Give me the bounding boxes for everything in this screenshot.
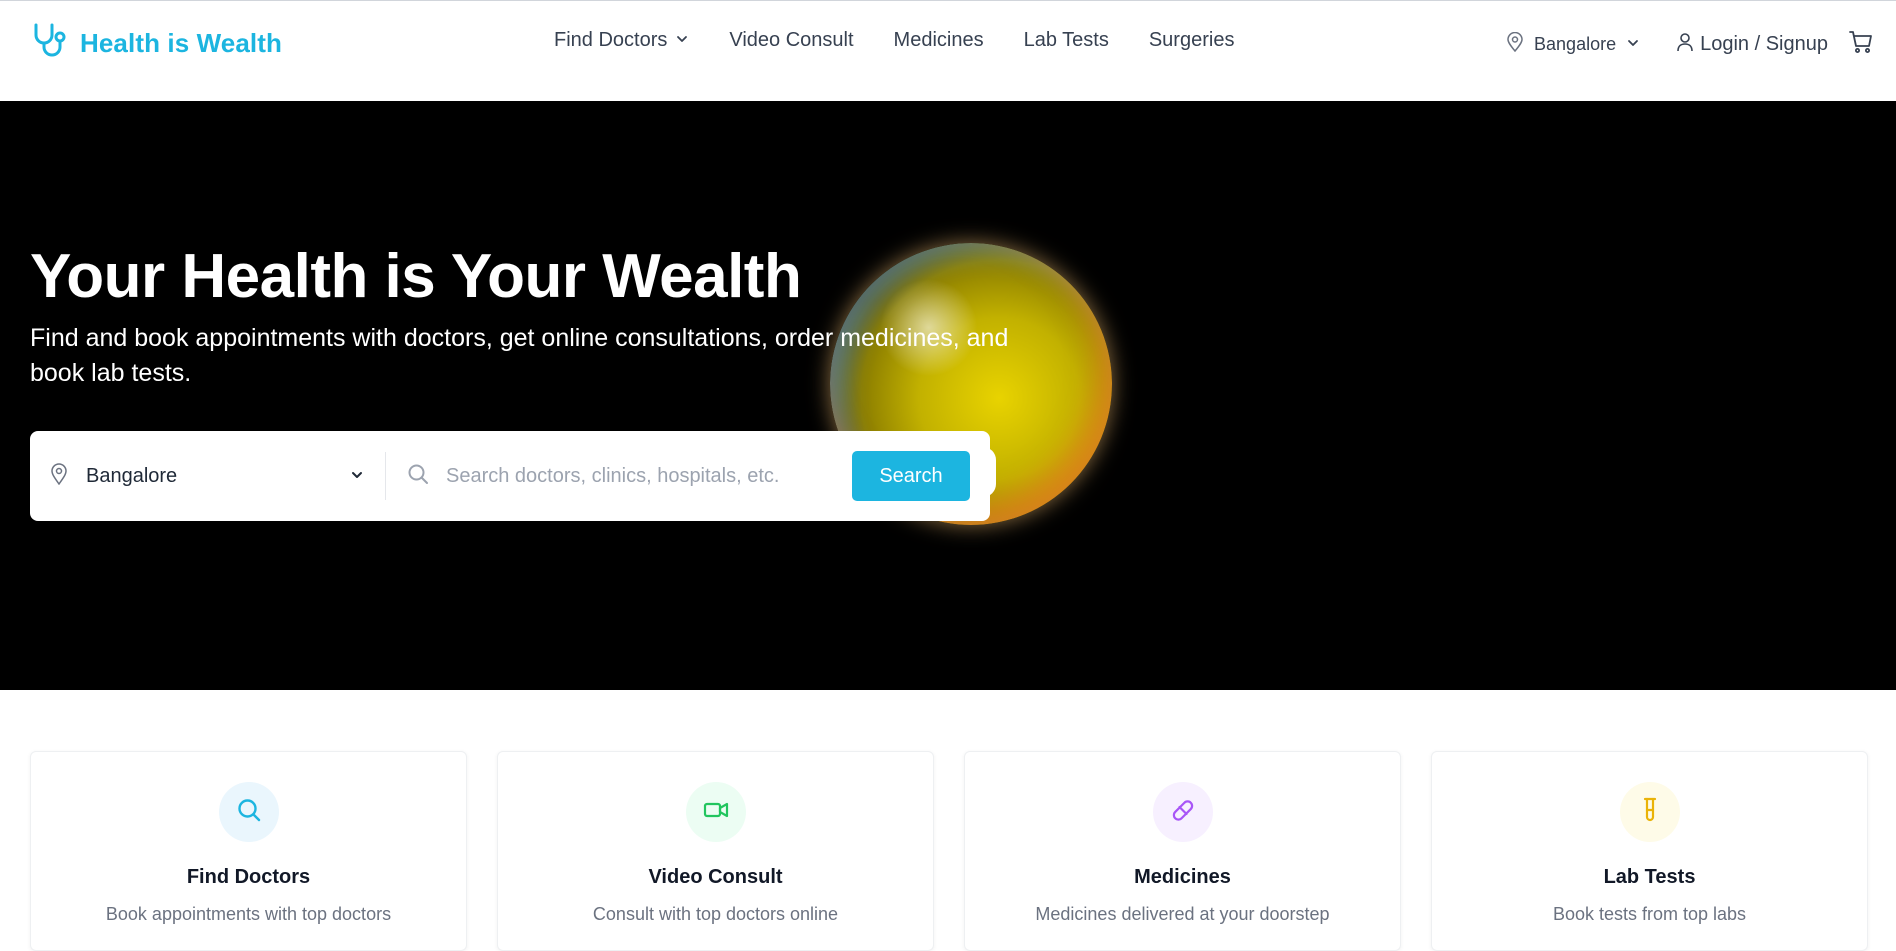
- search-icon: [235, 796, 263, 829]
- service-card-video-consult[interactable]: Video Consult Consult with top doctors o…: [497, 751, 934, 951]
- service-icon-wrap: [219, 782, 279, 842]
- brand-logo[interactable]: Health is Wealth: [30, 21, 282, 66]
- nav-find-doctors[interactable]: Find Doctors: [554, 29, 689, 52]
- video-icon: [702, 796, 730, 829]
- nav-video-consult[interactable]: Video Consult: [729, 29, 853, 52]
- services-row: Find Doctors Book appointments with top …: [30, 751, 1870, 951]
- service-desc: Medicines delivered at your doorstep: [1035, 904, 1330, 924]
- nav-label: Medicines: [893, 29, 984, 51]
- site-header: Health is Wealth Find Doctors Video Cons…: [0, 0, 1896, 101]
- brand-name: Health is Wealth: [80, 28, 282, 58]
- nav-medicines[interactable]: Medicines: [894, 29, 984, 52]
- service-card-find-doctors[interactable]: Find Doctors Book appointments with top …: [30, 751, 467, 951]
- service-desc: Consult with top doctors online: [592, 904, 839, 924]
- header-actions: Bangalore Login / Signup: [1506, 29, 1874, 60]
- map-pin-icon: [1506, 31, 1524, 57]
- service-title: Medicines: [1134, 866, 1231, 888]
- cart-icon[interactable]: [1848, 29, 1874, 60]
- service-card-lab-tests[interactable]: Lab Tests Book tests from top labs: [1431, 751, 1868, 951]
- nav-label: Find Doctors: [554, 29, 668, 51]
- hero-section: Your Health is Your Wealth Find and book…: [0, 101, 1896, 690]
- user-icon: [1676, 32, 1694, 58]
- service-desc: Book tests from top labs: [1552, 904, 1747, 924]
- test-tube-icon: [1636, 796, 1664, 829]
- hero-search-bar: Bangalore Search: [30, 431, 990, 521]
- search-button[interactable]: Search: [852, 451, 970, 501]
- location-picker[interactable]: Bangalore: [1506, 31, 1640, 57]
- pill-icon: [1169, 796, 1197, 829]
- hero-title: Your Health is Your Wealth: [30, 242, 802, 311]
- map-pin-icon: [50, 462, 68, 490]
- main-nav: Find Doctors Video Consult Medicines Lab…: [554, 29, 1274, 52]
- service-icon-wrap: [1153, 782, 1213, 842]
- nav-lab-tests[interactable]: Lab Tests: [1024, 29, 1109, 52]
- service-title: Video Consult: [648, 866, 783, 888]
- search-location-value: Bangalore: [86, 464, 178, 487]
- stethoscope-icon: [30, 21, 70, 66]
- service-card-medicines[interactable]: Medicines Medicines delivered at your do…: [964, 751, 1401, 951]
- chevron-down-icon: [1626, 34, 1640, 55]
- service-icon-wrap: [1620, 782, 1680, 842]
- service-title: Lab Tests: [1603, 866, 1696, 888]
- search-location-select[interactable]: Bangalore: [30, 452, 386, 500]
- nav-surgeries[interactable]: Surgeries: [1149, 29, 1235, 52]
- nav-label: Video Consult: [729, 29, 854, 51]
- chevron-down-icon: [675, 29, 689, 52]
- nav-label: Lab Tests: [1023, 29, 1109, 51]
- login-signup-link[interactable]: Login / Signup: [1676, 32, 1828, 58]
- hero-subtitle: Find and book appointments with doctors,…: [30, 324, 1009, 387]
- service-icon-wrap: [686, 782, 746, 842]
- chevron-down-icon: [349, 467, 365, 488]
- service-desc: Book appointments with top doctors: [105, 904, 392, 924]
- search-input[interactable]: [446, 464, 846, 488]
- service-title: Find Doctors: [186, 866, 311, 888]
- location-label: Bangalore: [1534, 34, 1617, 54]
- nav-label: Surgeries: [1148, 29, 1235, 51]
- login-label: Login / Signup: [1700, 33, 1828, 55]
- search-icon: [406, 462, 430, 491]
